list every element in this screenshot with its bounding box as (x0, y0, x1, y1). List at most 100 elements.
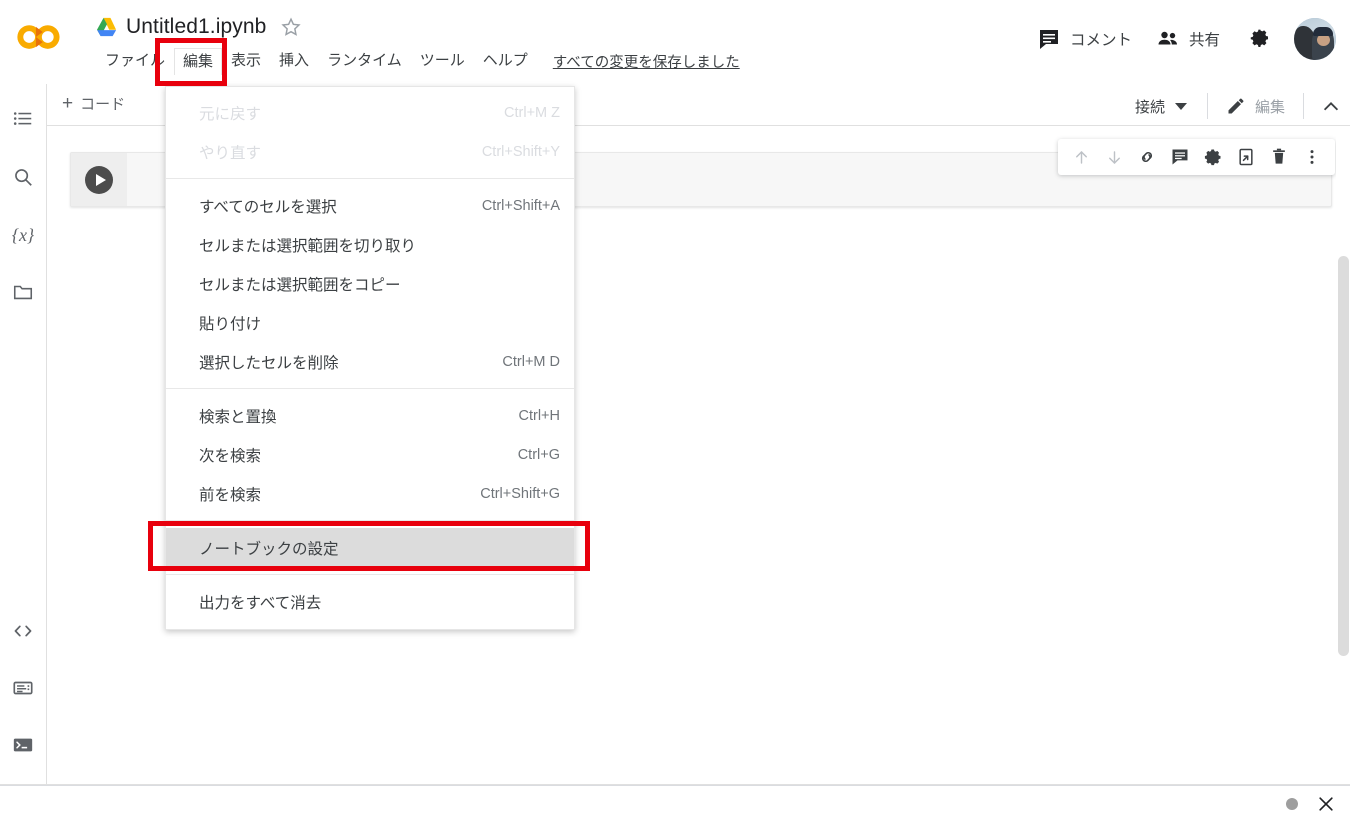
chevron-up-icon[interactable] (1312, 94, 1339, 118)
colab-logo-icon[interactable] (14, 20, 68, 54)
move-cell-up-icon[interactable] (1066, 142, 1096, 172)
menu-item-label: 選択したセルを削除 (199, 354, 339, 372)
add-code-button[interactable]: + コード (62, 93, 125, 114)
plus-icon: + (62, 93, 74, 114)
more-options-icon[interactable] (1297, 142, 1327, 172)
left-sidebar-rail: {x} (0, 84, 47, 784)
code-angle-brackets-icon[interactable] (8, 616, 38, 646)
menu-item-paste[interactable]: 貼り付け (166, 303, 574, 342)
menu-item-label: 出力をすべて消去 (199, 594, 322, 612)
menu-item-accelerator: Ctrl+M Z (504, 104, 560, 121)
menu-view[interactable]: 表示 (222, 47, 270, 75)
menu-divider-3 (166, 520, 574, 521)
close-icon[interactable] (1316, 794, 1336, 814)
menu-item-label: セルまたは選択範囲をコピー (199, 276, 401, 294)
comment-label: コメント (1069, 32, 1132, 49)
add-code-label: コード (80, 96, 126, 113)
menu-edit[interactable]: 編集 (174, 47, 223, 75)
menu-item-redo[interactable]: やり直す Ctrl+Shift+Y (166, 132, 574, 171)
pencil-icon (1226, 96, 1246, 116)
editing-mode-button[interactable]: 編集 (1216, 92, 1295, 121)
share-button[interactable]: 共有 (1144, 21, 1232, 57)
menu-item-accelerator: Ctrl+Shift+A (481, 197, 560, 214)
avatar[interactable] (1294, 18, 1336, 60)
menu-file[interactable]: ファイル (96, 47, 174, 75)
share-label: 共有 (1188, 32, 1220, 49)
cell-run-gutter[interactable] (71, 153, 127, 206)
cell-settings-icon[interactable] (1198, 142, 1228, 172)
menu-item-find-next[interactable]: 次を検索 Ctrl+G (166, 435, 574, 474)
menu-item-find-and-replace[interactable]: 検索と置換 Ctrl+H (166, 396, 574, 435)
star-icon[interactable] (280, 16, 302, 38)
menu-item-notebook-settings[interactable]: ノートブックの設定 (166, 528, 574, 567)
delete-cell-icon[interactable] (1264, 142, 1294, 172)
move-cell-down-icon[interactable] (1099, 142, 1129, 172)
menu-item-delete-selected-cells[interactable]: 選択したセルを削除 Ctrl+M D (166, 342, 574, 381)
menu-item-copy-cell[interactable]: セルまたは選択範囲をコピー (166, 264, 574, 303)
bottom-status-bar (0, 784, 1350, 822)
table-of-contents-icon[interactable] (8, 104, 38, 134)
menu-item-select-all-cells[interactable]: すべてのセルを選択 Ctrl+Shift+A (166, 186, 574, 225)
run-cell-icon[interactable] (85, 165, 113, 194)
menu-item-accelerator: Ctrl+G (517, 446, 560, 463)
notebook-title-row: Untitled1.ipynb (96, 10, 302, 44)
editing-mode-label: 編集 (1254, 98, 1285, 116)
comment-icon (1037, 27, 1061, 51)
menu-item-accelerator: Ctrl+M D (502, 353, 560, 370)
menu-item-accelerator: Ctrl+Shift+Y (481, 143, 560, 160)
scrollbar-thumb[interactable] (1338, 256, 1349, 656)
gear-icon (1248, 27, 1272, 51)
menu-item-label: ノートブックの設定 (199, 540, 339, 558)
avatar-cap (1313, 27, 1333, 36)
command-palette-icon[interactable] (8, 673, 38, 703)
google-drive-icon (96, 17, 118, 37)
menu-divider-2 (166, 388, 574, 389)
bottom-bar-divider (0, 785, 1350, 786)
files-icon[interactable] (8, 277, 38, 307)
status-dot (1286, 798, 1298, 810)
menu-item-accelerator: Ctrl+Shift+G (480, 485, 560, 502)
save-status-text[interactable]: すべての変更を保存しました (553, 51, 740, 72)
toolbar-divider-2 (1303, 93, 1304, 119)
notebook-title[interactable]: Untitled1.ipynb (126, 15, 266, 39)
connect-label: 接続 (1134, 98, 1165, 116)
menu-item-label: 次を検索 (199, 447, 262, 465)
edit-menu-dropdown: 元に戻す Ctrl+M Z やり直す Ctrl+Shift+Y すべてのセルを選… (165, 86, 575, 630)
link-to-cell-icon[interactable] (1132, 142, 1162, 172)
colab-window: Untitled1.ipynb ファイル 編集 表示 挿入 ランタイム ツール … (0, 0, 1350, 822)
menu-tools[interactable]: ツール (411, 47, 474, 75)
settings-button[interactable] (1238, 21, 1282, 57)
play-triangle (95, 173, 106, 186)
menu-item-label: やり直す (199, 144, 262, 162)
menu-item-label: 元に戻す (199, 105, 262, 123)
menu-item-find-previous[interactable]: 前を検索 Ctrl+Shift+G (166, 474, 574, 513)
menu-divider (166, 178, 574, 179)
toolbar-right-group: 接続 編集 (1123, 90, 1339, 122)
search-icon[interactable] (8, 162, 38, 192)
menu-item-label: セルまたは選択範囲を切り取り (199, 237, 417, 255)
terminal-icon[interactable] (8, 730, 38, 760)
chevron-down-icon (1174, 102, 1187, 110)
comment-button[interactable]: コメント (1025, 21, 1144, 57)
menu-divider-4 (166, 574, 574, 575)
menu-bar: ファイル 編集 表示 挿入 ランタイム ツール ヘルプ すべての変更を保存しまし… (96, 46, 740, 76)
menu-item-undo[interactable]: 元に戻す Ctrl+M Z (166, 93, 574, 132)
people-icon (1156, 27, 1180, 51)
menu-item-accelerator: Ctrl+H (518, 407, 561, 424)
app-header: Untitled1.ipynb ファイル 編集 表示 挿入 ランタイム ツール … (0, 0, 1350, 84)
menu-item-clear-all-outputs[interactable]: 出力をすべて消去 (166, 582, 574, 621)
menu-item-cut-cell[interactable]: セルまたは選択範囲を切り取り (166, 225, 574, 264)
menu-item-label: 前を検索 (199, 486, 262, 504)
vertical-scrollbar[interactable] (1336, 126, 1350, 784)
mirror-cell-icon[interactable] (1231, 142, 1261, 172)
menu-help[interactable]: ヘルプ (474, 47, 537, 75)
code-snippets-icon[interactable]: {x} (8, 220, 38, 250)
connect-button[interactable]: 接続 (1123, 92, 1199, 121)
toolbar-divider (1206, 93, 1208, 119)
menu-insert[interactable]: 挿入 (270, 47, 318, 75)
cell-toolbar (1058, 139, 1335, 175)
add-comment-icon[interactable] (1165, 142, 1195, 172)
code-snippets-glyph: {x} (11, 224, 35, 245)
menu-item-label: 検索と置換 (199, 408, 277, 426)
menu-runtime[interactable]: ランタイム (318, 47, 411, 75)
